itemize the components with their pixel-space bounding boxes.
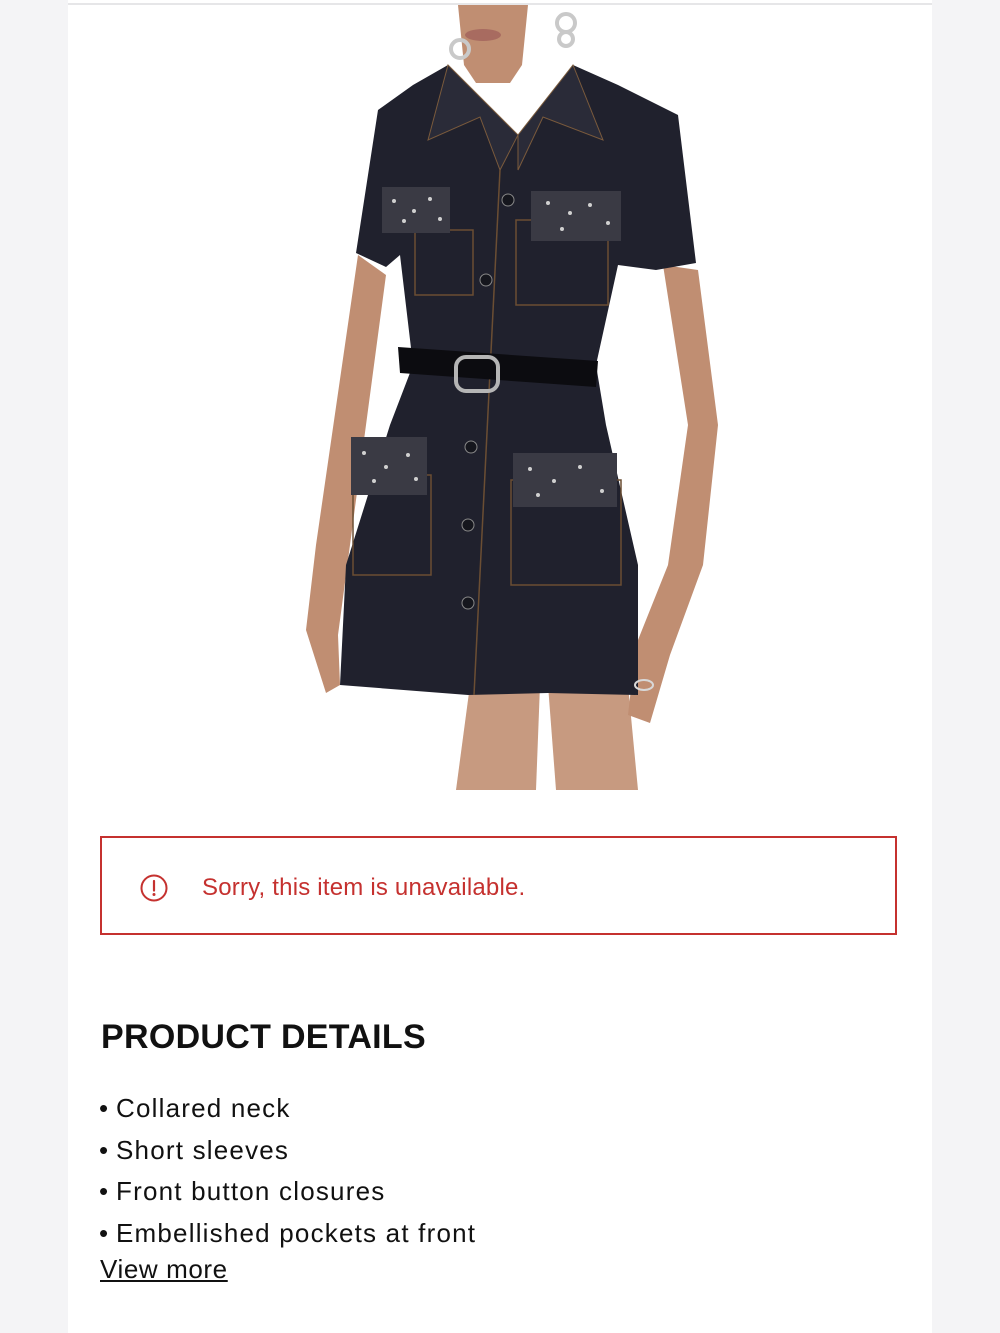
list-item: • Collared neck bbox=[99, 1088, 476, 1130]
detail-text: Front button closures bbox=[116, 1176, 386, 1206]
product-details-list: • Collared neck • Short sleeves • Front but… bbox=[99, 1088, 476, 1254]
unavailable-alert: Sorry, this item is unavailable. bbox=[100, 836, 897, 935]
alert-circle-icon bbox=[140, 874, 168, 902]
bullet: • bbox=[99, 1176, 110, 1206]
detail-text: Collared neck bbox=[116, 1093, 291, 1123]
view-more-link[interactable]: View more bbox=[100, 1254, 228, 1285]
bullet: • bbox=[99, 1134, 110, 1165]
list-item: • Front button closures bbox=[99, 1171, 476, 1213]
bullet: • bbox=[99, 1217, 110, 1248]
product-page: Sorry, this item is unavailable. PRODUCT… bbox=[68, 0, 932, 1333]
bullet: • bbox=[99, 1093, 110, 1123]
list-item: • Short sleeves bbox=[99, 1130, 476, 1172]
detail-text: Embellished pockets at front bbox=[116, 1217, 477, 1248]
product-details-heading: PRODUCT DETAILS bbox=[101, 1018, 426, 1056]
list-item: • Embellished pockets at front bbox=[99, 1213, 476, 1255]
detail-text: Short sleeves bbox=[116, 1134, 290, 1165]
alert-message: Sorry, this item is unavailable. bbox=[202, 874, 526, 901]
product-image[interactable] bbox=[218, 5, 758, 790]
